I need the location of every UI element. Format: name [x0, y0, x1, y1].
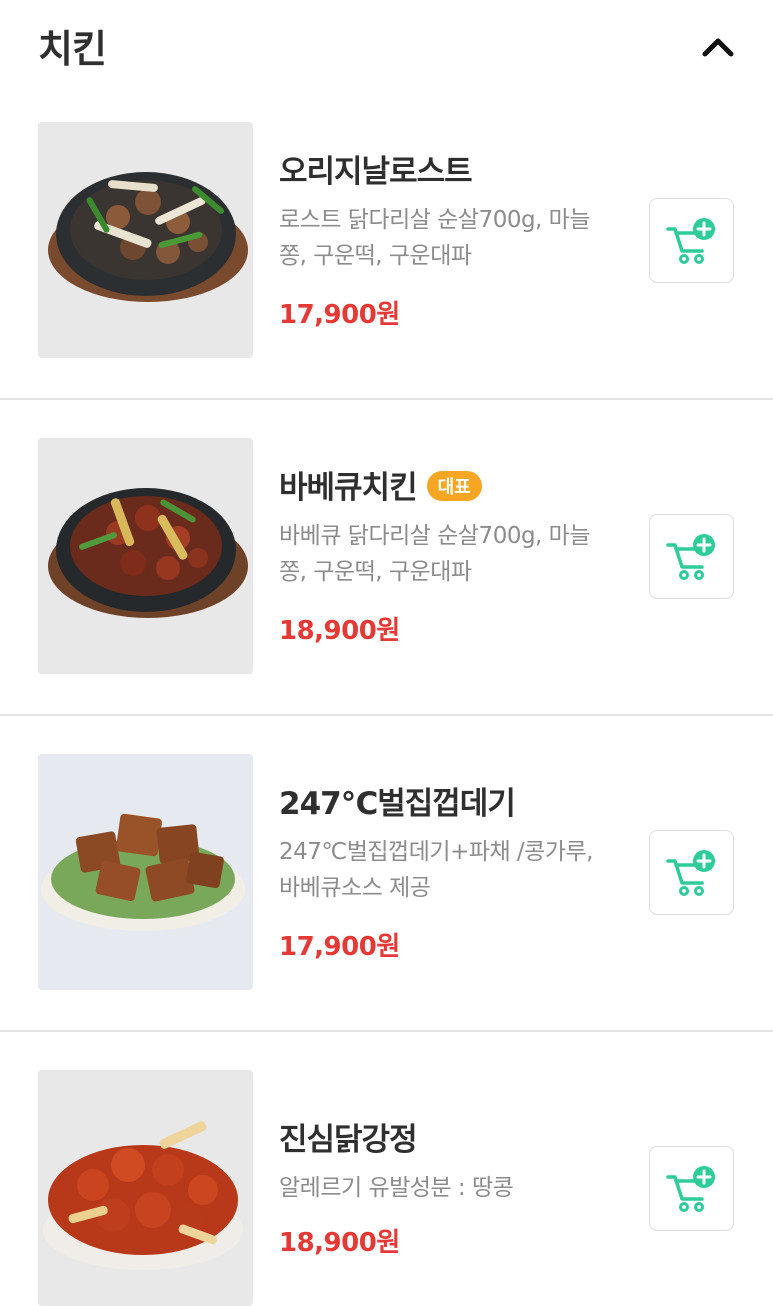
menu-item-price: 18,900원: [279, 1228, 400, 1258]
cart-plus-icon: [666, 534, 715, 580]
menu-item-image: [38, 754, 253, 990]
item-divider: [0, 1030, 773, 1032]
category-header[interactable]: 치킨: [0, 0, 773, 90]
menu-item[interactable]: 바베큐치킨 대표 바베큐 닭다리살 순살700g, 마늘쫑, 구운떡, 구운대파 …: [0, 438, 773, 716]
menu-item-price: 18,900원: [279, 616, 400, 646]
signature-badge: 대표: [426, 471, 482, 501]
menu-item-name: 오리지날로스트: [279, 146, 473, 191]
menu-item-description: 로스트 닭다리살 순살700g, 마늘쫑, 구운떡, 구운대파: [279, 207, 591, 269]
collapse-button[interactable]: [695, 24, 741, 70]
menu-item-name-text: 진심닭강정: [279, 1122, 418, 1158]
item-divider: [0, 398, 773, 400]
menu-item-image: [38, 1070, 253, 1306]
cart-plus-icon: [666, 218, 715, 264]
menu-item-description: 247℃벌집껍데기+파채 /콩가루, 바베큐소스 제공: [279, 839, 593, 901]
menu-item-price: 17,900원: [279, 932, 400, 962]
cart-plus-icon: [666, 1166, 715, 1212]
menu-item[interactable]: 진심닭강정 알레르기 유발성분 : 땅콩 18,900원: [0, 1070, 773, 1306]
menu-item-description: 알레르기 유발성분 : 땅콩: [279, 1175, 514, 1201]
cart-plus-icon: [666, 850, 715, 896]
add-to-cart-button[interactable]: [649, 514, 734, 599]
add-to-cart-button[interactable]: [649, 830, 734, 915]
menu-item-name-text: 바베큐치킨: [279, 470, 418, 506]
menu-item-name-text: 247℃벌집껍데기: [279, 786, 516, 822]
menu-item-image: [38, 122, 253, 358]
menu-item-name-text: 오리지날로스트: [279, 154, 473, 190]
category-title: 치킨: [38, 27, 107, 71]
menu-item[interactable]: 247℃벌집껍데기 247℃벌집껍데기+파채 /콩가루, 바베큐소스 제공 17…: [0, 754, 773, 1032]
menu-item[interactable]: 오리지날로스트 로스트 닭다리살 순살700g, 마늘쫑, 구운떡, 구운대파 …: [0, 122, 773, 400]
menu-item-name: 진심닭강정: [279, 1114, 418, 1159]
menu-item-price: 17,900원: [279, 300, 400, 330]
item-divider: [0, 714, 773, 716]
add-to-cart-button[interactable]: [649, 198, 734, 283]
chevron-up-icon: [702, 38, 734, 57]
menu-item-name: 바베큐치킨 대표: [279, 462, 482, 507]
menu-item-image: [38, 438, 253, 674]
add-to-cart-button[interactable]: [649, 1146, 734, 1231]
menu-item-description: 바베큐 닭다리살 순살700g, 마늘쫑, 구운떡, 구운대파: [279, 523, 591, 585]
menu-item-name: 247℃벌집껍데기: [279, 778, 516, 823]
